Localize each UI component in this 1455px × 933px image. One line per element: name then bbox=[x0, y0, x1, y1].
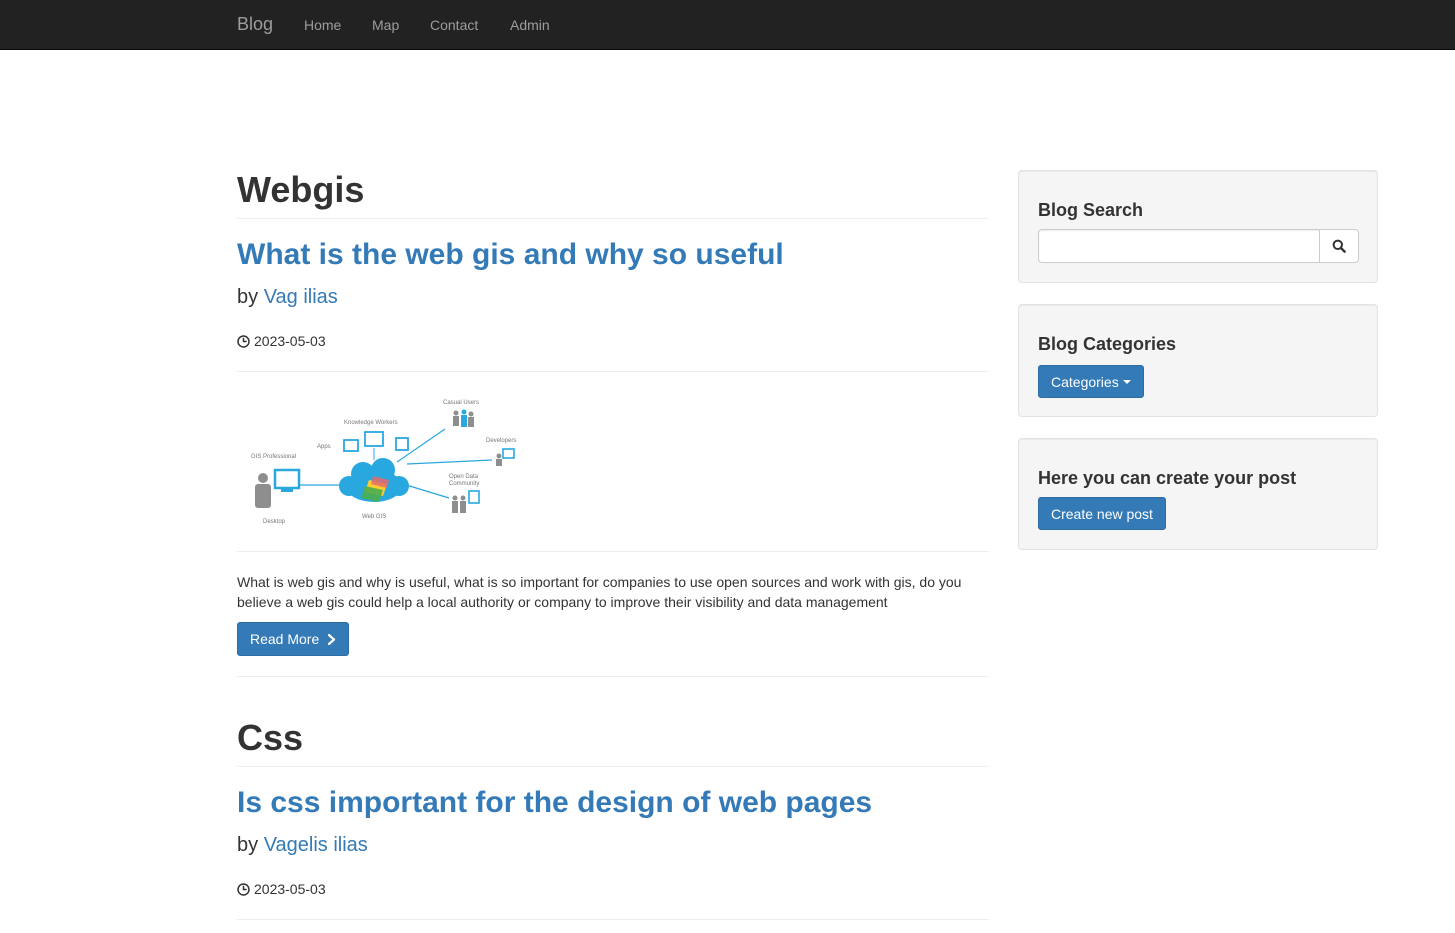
divider bbox=[237, 919, 989, 920]
divider bbox=[237, 766, 989, 767]
web-gis-diagram-image: GIS Professional Desktop Apps Knowledge … bbox=[251, 400, 516, 525]
chevron-right-icon bbox=[328, 633, 336, 645]
diagram-label: Casual Users bbox=[443, 400, 479, 406]
categories-dropdown-button[interactable]: Categories bbox=[1038, 365, 1144, 398]
blog-search-panel: Blog Search bbox=[1018, 170, 1378, 283]
post-title-link[interactable]: Is css important for the design of web p… bbox=[237, 786, 872, 820]
post-date-text: 2023-05-03 bbox=[254, 333, 326, 349]
blog-categories-title: Blog Categories bbox=[1038, 334, 1177, 354]
diagram-label: Web GIS bbox=[362, 514, 386, 520]
create-post-title: Here you can create your post bbox=[1038, 468, 1297, 488]
top-navbar: Blog Home Map Contact Admin bbox=[0, 0, 1455, 50]
post-excerpt: What is web gis and why is useful, what … bbox=[237, 574, 962, 610]
nav-home-link[interactable]: Home bbox=[304, 16, 341, 34]
create-new-post-label: Create new post bbox=[1051, 505, 1153, 522]
category-heading: Css bbox=[237, 717, 304, 758]
diagram-label: Developers bbox=[486, 438, 516, 444]
clock-icon bbox=[237, 334, 250, 348]
post-date: 2023-05-03 bbox=[237, 880, 326, 898]
divider bbox=[237, 218, 989, 219]
post-author: by Vag ilias bbox=[237, 285, 338, 309]
create-new-post-button[interactable]: Create new post bbox=[1038, 497, 1166, 530]
diagram-label: Desktop bbox=[263, 519, 286, 525]
post-date-text: 2023-05-03 bbox=[254, 881, 326, 897]
blog-search-title: Blog Search bbox=[1038, 200, 1144, 220]
divider bbox=[237, 676, 989, 677]
nav-admin-link[interactable]: Admin bbox=[510, 16, 550, 34]
create-post-panel: Here you can create your post Create new… bbox=[1018, 438, 1378, 550]
diagram-label: Apps bbox=[317, 444, 331, 450]
diagram-label: GIS Professional bbox=[251, 454, 296, 460]
by-label: by bbox=[237, 286, 259, 308]
by-label: by bbox=[237, 834, 259, 856]
post-title-link[interactable]: What is the web gis and why so useful bbox=[237, 238, 784, 272]
divider bbox=[237, 551, 989, 552]
read-more-label: Read More bbox=[250, 631, 320, 647]
post-author: by Vagelis ilias bbox=[237, 833, 368, 857]
clock-icon bbox=[237, 882, 250, 896]
search-button[interactable] bbox=[1319, 229, 1359, 263]
nav-map-link[interactable]: Map bbox=[372, 16, 399, 34]
search-input[interactable] bbox=[1038, 229, 1320, 263]
search-icon bbox=[1332, 239, 1346, 253]
category-heading: Webgis bbox=[237, 169, 365, 210]
caret-down-icon bbox=[1122, 379, 1131, 384]
divider bbox=[237, 371, 989, 372]
post-date: 2023-05-03 bbox=[237, 332, 326, 350]
blog-categories-panel: Blog Categories Categories bbox=[1018, 304, 1378, 417]
diagram-label: Community bbox=[449, 481, 479, 487]
diagram-label: Knowledge Workers bbox=[344, 420, 398, 426]
author-link[interactable]: Vag ilias bbox=[264, 286, 338, 308]
brand-link[interactable]: Blog bbox=[237, 13, 273, 35]
diagram-label: Open Data bbox=[449, 474, 479, 480]
nav-contact-link[interactable]: Contact bbox=[430, 16, 478, 34]
read-more-button[interactable]: Read More bbox=[237, 622, 350, 656]
categories-button-label: Categories bbox=[1051, 373, 1119, 390]
author-link[interactable]: Vagelis ilias bbox=[264, 834, 368, 856]
